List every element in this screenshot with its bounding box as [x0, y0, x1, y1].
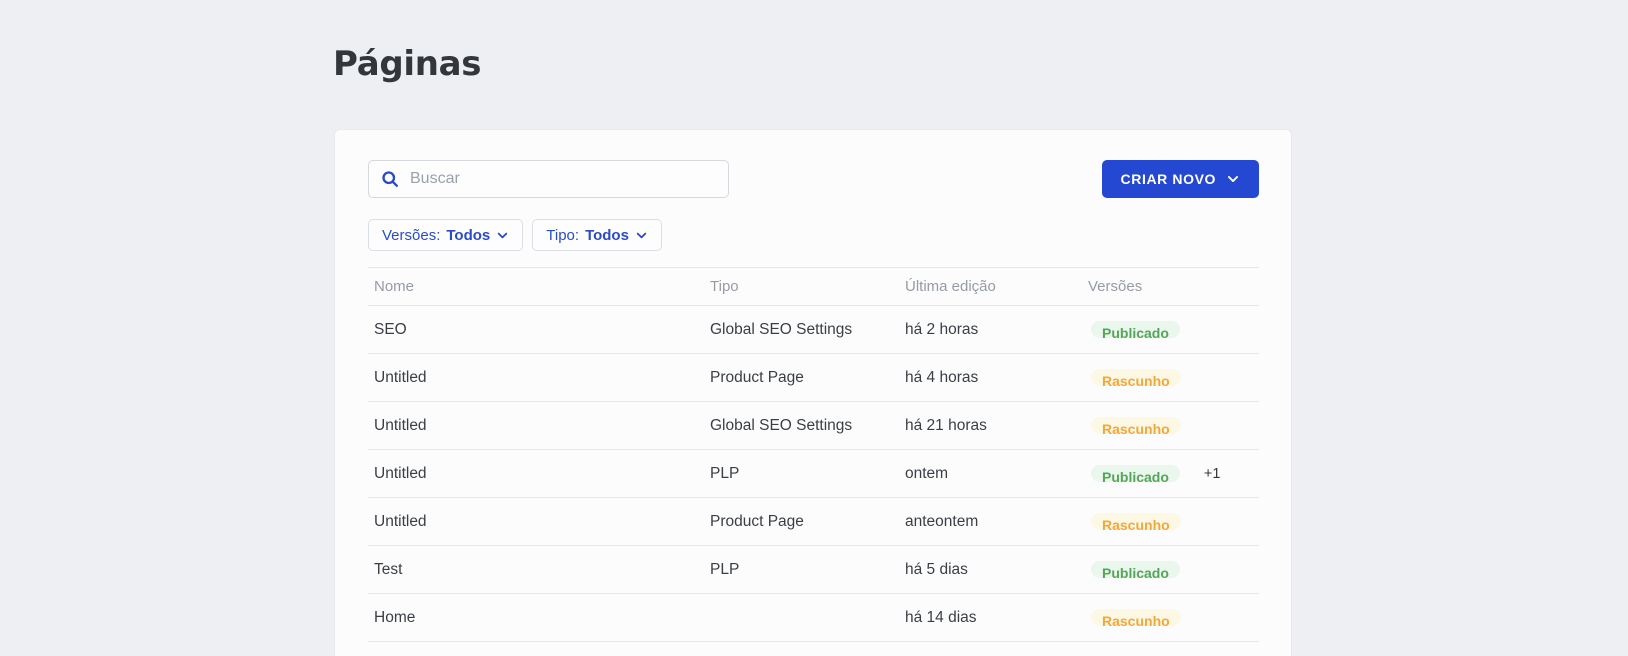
cell-versions: Rascunho	[1082, 513, 1259, 530]
table-row[interactable]: Home há 14 dias Rascunho	[368, 594, 1259, 642]
filter-bar: Versões: Todos Tipo: Todos	[368, 219, 1259, 251]
filter-value: Todos	[446, 227, 490, 244]
status-badge: Rascunho	[1091, 609, 1181, 626]
cell-last-edited: há 14 dias	[899, 609, 1082, 627]
filter-label: Versões:	[382, 227, 440, 244]
cell-type: PLP	[704, 561, 899, 579]
cell-last-edited: ontem	[899, 465, 1082, 483]
chevron-down-icon	[496, 229, 509, 242]
status-badge: Publicado	[1091, 465, 1180, 482]
status-badge: Publicado	[1091, 561, 1180, 578]
cell-name: Home	[368, 609, 704, 627]
cell-type: Global SEO Settings	[704, 417, 899, 435]
table-row[interactable]: UntitledProduct Pagehá 4 horas Rascunho	[368, 354, 1259, 402]
versions-filter[interactable]: Versões: Todos	[368, 219, 523, 251]
status-badge: Rascunho	[1091, 369, 1181, 386]
cell-last-edited: há 4 horas	[899, 369, 1082, 387]
table-row[interactable]: UntitledGlobal SEO Settingshá 21 horas Ra…	[368, 402, 1259, 450]
chevron-down-icon	[1226, 172, 1240, 186]
cell-name: Untitled	[368, 513, 704, 531]
cell-type: PLP	[704, 465, 899, 483]
cell-versions: Publicado	[1082, 561, 1259, 578]
type-filter[interactable]: Tipo: Todos	[532, 219, 662, 251]
table-row[interactable]: UntitledProduct Pageanteontem Rascunho	[368, 498, 1259, 546]
table-row[interactable]: TestPLPhá 5 dias Publicado	[368, 546, 1259, 594]
cell-last-edited: há 5 dias	[899, 561, 1082, 579]
table-row[interactable]: SEOGlobal SEO Settingshá 2 horas Publicad…	[368, 306, 1259, 354]
status-badge: Publicado	[1091, 321, 1180, 338]
cell-last-edited: há 21 horas	[899, 417, 1082, 435]
cell-versions: Publicado +1	[1082, 465, 1259, 482]
table-body: SEOGlobal SEO Settingshá 2 horasPublicad…	[368, 306, 1259, 656]
cell-versions: Rascunho	[1082, 609, 1259, 626]
table-header: NomeTipoÚltima ediçãoVersões	[368, 267, 1259, 306]
create-new-label: CRIAR NOVO	[1121, 171, 1216, 187]
cell-type: Global SEO Settings	[704, 321, 899, 339]
cell-last-edited: anteontem	[899, 513, 1082, 531]
cell-name: SEO	[368, 321, 704, 339]
search-box	[368, 160, 729, 198]
cell-type: Product Page	[704, 513, 899, 531]
cell-versions: Rascunho	[1082, 369, 1259, 386]
table-row[interactable]	[368, 642, 1259, 656]
table-row[interactable]: UntitledPLPontem Publicado +1	[368, 450, 1259, 498]
column-header: Versões	[1082, 278, 1259, 295]
column-header: Tipo	[704, 278, 899, 295]
create-new-button[interactable]: CRIAR NOVO	[1102, 160, 1259, 198]
pages-table: NomeTipoÚltima ediçãoVersões SEOGlobal S…	[368, 267, 1259, 656]
cell-name: Untitled	[368, 465, 704, 483]
cell-name: Untitled	[368, 369, 704, 387]
toolbar: CRIAR NOVO	[368, 160, 1259, 198]
filter-label: Tipo:	[546, 227, 579, 244]
cell-name: Untitled	[368, 417, 704, 435]
chevron-down-icon	[635, 229, 648, 242]
cell-name: Test	[368, 561, 704, 579]
cell-type: Product Page	[704, 369, 899, 387]
column-header: Nome	[368, 278, 704, 295]
column-header: Última edição	[899, 278, 1082, 295]
cell-versions: Publicado	[1082, 321, 1259, 338]
pages-screen: Páginas CRIAR NOVO Versões: Todos Tipo: Tod…	[0, 0, 1628, 656]
page-title: Páginas	[333, 42, 481, 86]
search-input[interactable]	[368, 160, 729, 198]
cell-last-edited: há 2 horas	[899, 321, 1082, 339]
status-badge: Rascunho	[1091, 417, 1181, 434]
status-badge: Rascunho	[1091, 513, 1181, 530]
cell-versions: Rascunho	[1082, 417, 1259, 434]
extra-versions-count: +1	[1204, 466, 1221, 482]
filter-value: Todos	[585, 227, 629, 244]
pages-card: CRIAR NOVO Versões:TodosTipo:Todos NomeT…	[334, 129, 1292, 656]
